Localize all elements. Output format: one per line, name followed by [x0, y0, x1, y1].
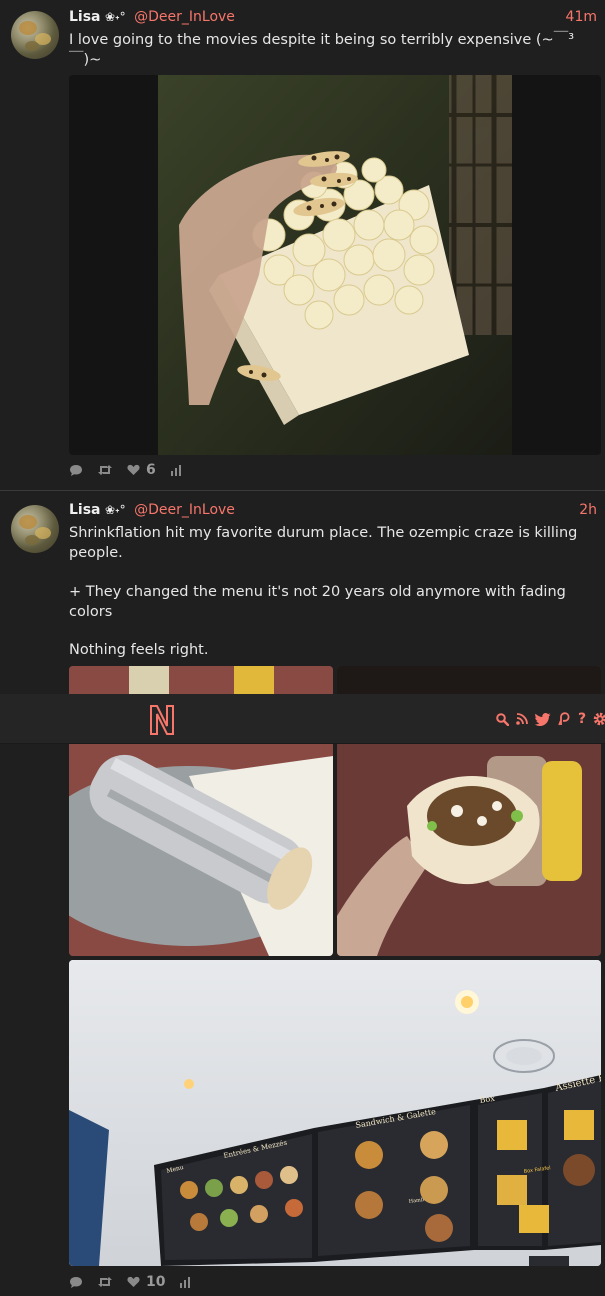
- like-count: 10: [146, 1274, 166, 1290]
- stats-icon[interactable]: [170, 464, 182, 476]
- tweet-text-line-2: + They changed the menu it's not 20 year…: [69, 584, 571, 620]
- heart-icon: [127, 1276, 140, 1287]
- rss-icon[interactable]: [515, 711, 529, 727]
- nitter-logo-icon[interactable]: [148, 704, 176, 736]
- retweet-icon[interactable]: [97, 464, 113, 476]
- navbar: ?: [0, 694, 605, 744]
- author-handle[interactable]: @Deer_InLove: [134, 502, 235, 518]
- tweet[interactable]: Lisa ❀˖° @Deer_InLove 41m I love going t…: [0, 0, 605, 490]
- twitter-icon[interactable]: [535, 711, 551, 727]
- settings-icon[interactable]: [593, 711, 605, 727]
- avatar[interactable]: [11, 11, 59, 59]
- popcorn-image: [158, 75, 512, 455]
- patreon-icon[interactable]: [557, 711, 571, 727]
- reply-icon[interactable]: [69, 464, 83, 477]
- tweet[interactable]: Lisa ❀˖° @Deer_InLove 2h Shrinkflation h…: [0, 491, 605, 1296]
- retweet-icon[interactable]: [97, 1276, 113, 1288]
- author-decoration: ❀˖°: [104, 503, 126, 517]
- tweet-text-line-3: Nothing feels right.: [69, 642, 209, 658]
- tweet-text-line-1: Shrinkflation hit my favorite durum plac…: [69, 525, 582, 561]
- tweet-image-menu-board[interactable]: Entrées & Mezzés Menu Sandwich & Galette…: [69, 960, 601, 1266]
- author-handle[interactable]: @Deer_InLove: [134, 9, 235, 25]
- author-name[interactable]: Lisa: [69, 502, 101, 518]
- tweet-text: I love going to the movies despite it be…: [69, 32, 575, 68]
- author-decoration: ❀˖°: [104, 10, 126, 24]
- menu-board-image: Entrées & Mezzés Menu Sandwich & Galette…: [69, 960, 601, 1266]
- help-icon[interactable]: ?: [577, 711, 587, 727]
- like-count: 6: [146, 462, 156, 478]
- search-icon[interactable]: [495, 711, 509, 727]
- tweet-header: Lisa ❀˖° @Deer_InLove 2h: [69, 502, 601, 520]
- tweet-time[interactable]: 41m: [566, 9, 597, 25]
- nav-icon-group: ?: [495, 710, 605, 728]
- tweet-actions: 6: [69, 461, 196, 479]
- heart-icon: [127, 464, 140, 475]
- tweet-time[interactable]: 2h: [579, 502, 597, 518]
- reply-icon[interactable]: [69, 1276, 83, 1289]
- tweet-header: Lisa ❀˖° @Deer_InLove 41m: [69, 9, 601, 27]
- tweet-image-popcorn[interactable]: [69, 75, 601, 455]
- tweet-actions: 10: [69, 1273, 205, 1291]
- stats-icon[interactable]: [179, 1276, 191, 1288]
- author-name[interactable]: Lisa: [69, 9, 101, 25]
- avatar[interactable]: [11, 505, 59, 553]
- like-button[interactable]: 6: [127, 462, 156, 478]
- like-button[interactable]: 10: [127, 1274, 165, 1290]
